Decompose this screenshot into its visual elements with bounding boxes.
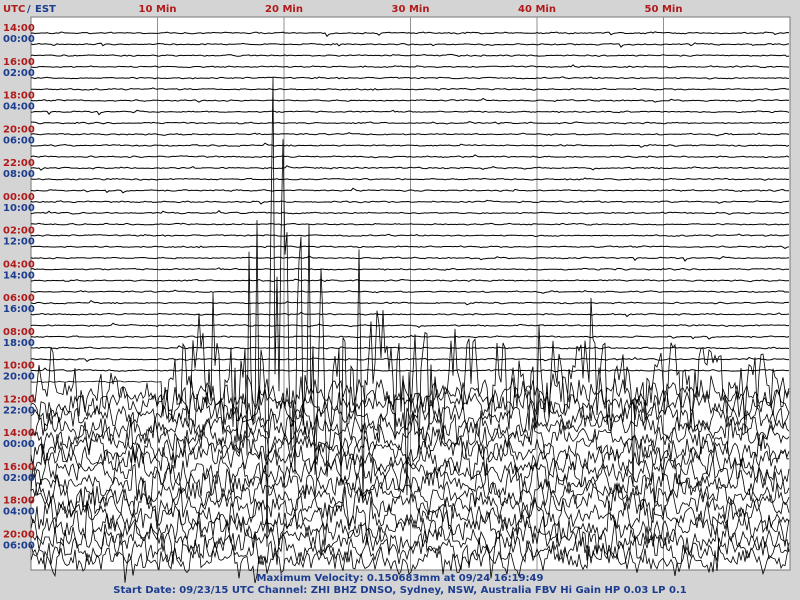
utc-tick-label: 16:00: [3, 57, 35, 68]
local-tick-label: 00:00: [3, 34, 35, 45]
utc-tick-label: 18:00: [3, 496, 35, 507]
utc-tick-label: 14:00: [3, 23, 35, 34]
local-tick-label: 06:00: [3, 135, 35, 146]
local-tick-label: 12:00: [3, 237, 35, 248]
header-slash: /: [27, 4, 31, 15]
utc-tick-label: 16:00: [3, 462, 35, 473]
utc-tick-label: 18:00: [3, 91, 35, 102]
utc-tick-label: 20:00: [3, 529, 35, 540]
x-tick-label: 40 Min: [518, 4, 556, 15]
x-tick-label: 30 Min: [392, 4, 430, 15]
local-tick-label: 04:00: [3, 507, 35, 518]
x-tick-label: 50 Min: [645, 4, 683, 15]
local-tick-label: 00:00: [3, 439, 35, 450]
local-tick-label: 10:00: [3, 203, 35, 214]
local-tick-label: 18:00: [3, 338, 35, 349]
local-header: EST: [35, 4, 56, 15]
local-tick-label: 02:00: [3, 473, 35, 484]
x-tick-label: 10 Min: [139, 4, 177, 15]
utc-tick-label: 08:00: [3, 327, 35, 338]
utc-header: UTC: [3, 4, 25, 15]
utc-tick-label: 20:00: [3, 124, 35, 135]
local-tick-label: 06:00: [3, 540, 35, 551]
utc-tick-label: 02:00: [3, 226, 35, 237]
chart-header: UTC / EST 10 Min 20 Min 30 Min 40 Min 50 Min: [3, 4, 682, 15]
local-tick-label: 14:00: [3, 270, 35, 281]
max-velocity-text: Maximum Velocity: 0.150683mm at 09/24 16…: [256, 573, 544, 584]
utc-tick-label: 22:00: [3, 158, 35, 169]
x-tick-label: 20 Min: [265, 4, 303, 15]
local-tick-label: 16:00: [3, 304, 35, 315]
helicorder-chart: 14:0000:0016:0002:0018:0004:0020:0006:00…: [3, 4, 791, 584]
utc-tick-label: 10:00: [3, 361, 35, 372]
utc-tick-label: 14:00: [3, 428, 35, 439]
time-labels: 14:0000:0016:0002:0018:0004:0020:0006:00…: [3, 23, 35, 551]
station-info-text: Start Date: 09/23/15 UTC Channel: ZHI BH…: [113, 585, 687, 596]
utc-tick-label: 12:00: [3, 394, 35, 405]
local-tick-label: 20:00: [3, 372, 35, 383]
local-tick-label: 02:00: [3, 68, 35, 79]
local-tick-label: 04:00: [3, 102, 35, 113]
utc-tick-label: 06:00: [3, 293, 35, 304]
utc-tick-label: 00:00: [3, 192, 35, 203]
local-tick-label: 08:00: [3, 169, 35, 180]
utc-tick-label: 04:00: [3, 259, 35, 270]
local-tick-label: 22:00: [3, 405, 35, 416]
